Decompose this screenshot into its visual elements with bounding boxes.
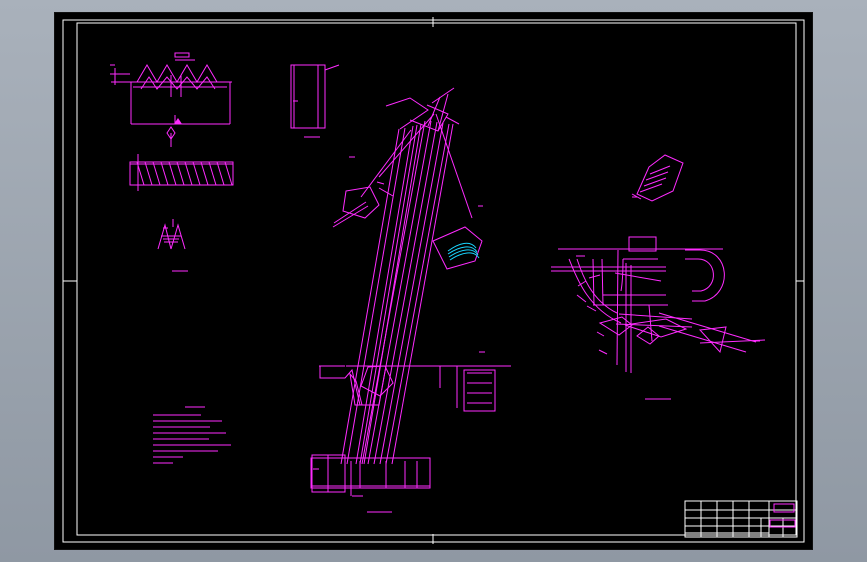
title-block xyxy=(684,500,798,538)
profile-detail xyxy=(290,64,340,138)
rack-section-view xyxy=(110,52,232,147)
outer-frame xyxy=(62,19,805,543)
drawing-sheet xyxy=(55,13,812,549)
tooth-detail xyxy=(157,219,188,272)
top-right-assembly xyxy=(551,154,766,400)
main-assembly xyxy=(310,87,511,513)
helical-rack-view xyxy=(129,154,234,191)
cad-drawing xyxy=(62,17,805,544)
drawing-viewport xyxy=(0,0,867,562)
technical-notes xyxy=(153,406,231,464)
